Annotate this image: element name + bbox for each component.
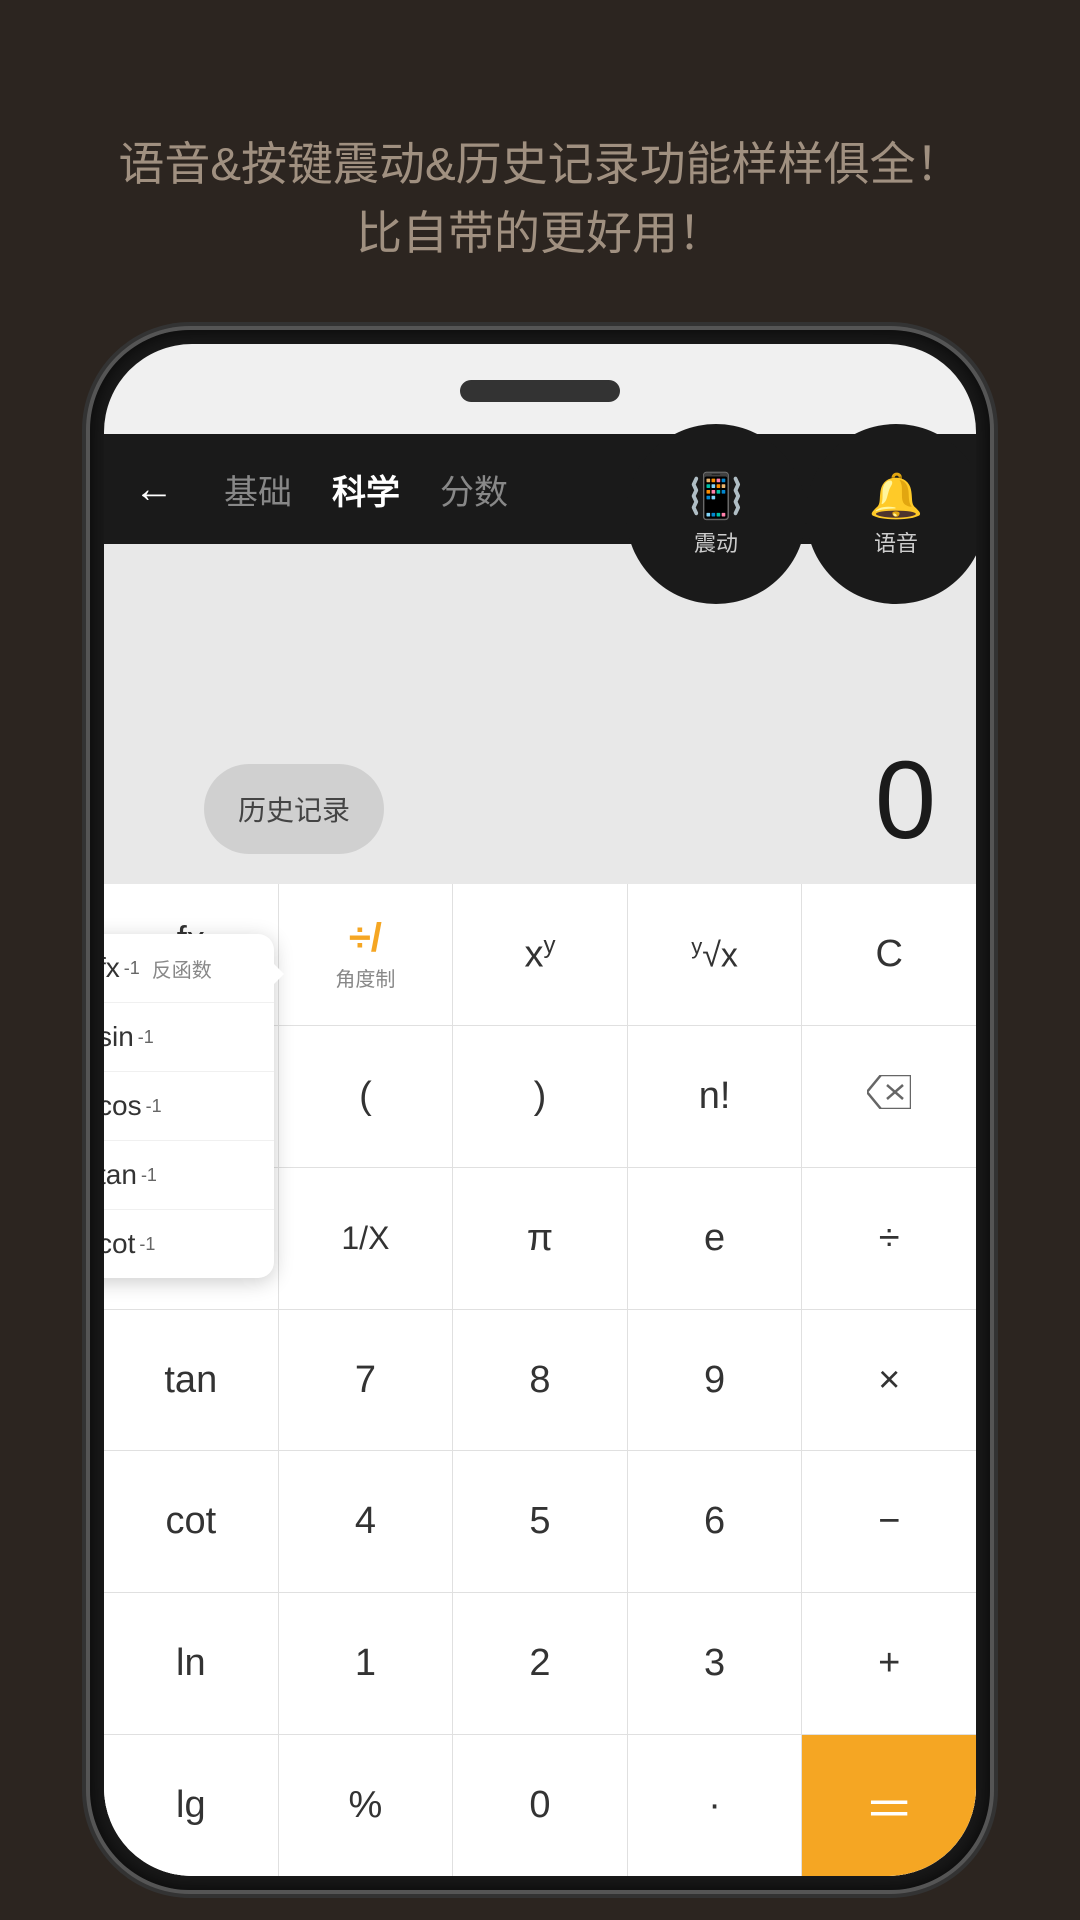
bg-line2: 比自带的更好用！ bbox=[60, 199, 1020, 268]
key-subtract[interactable]: − bbox=[802, 1451, 976, 1592]
key-lg[interactable]: lg bbox=[104, 1735, 279, 1876]
top-bar: ← 基础 科学 分数 📳 震动 🔔 语音 bbox=[104, 434, 976, 544]
popup-sin-inv[interactable]: sin-1 bbox=[104, 1003, 274, 1072]
back-button[interactable]: ← bbox=[134, 467, 174, 512]
voice-button[interactable]: 🔔 语音 bbox=[806, 424, 976, 604]
key-3[interactable]: 3 bbox=[628, 1593, 803, 1734]
key-percent[interactable]: % bbox=[279, 1735, 454, 1876]
key-rparen[interactable]: ) bbox=[453, 1026, 628, 1167]
key-row-3: tan 7 8 9 × bbox=[104, 1310, 976, 1452]
key-equals[interactable]: ＝ bbox=[802, 1735, 976, 1876]
key-row-4: cot 4 5 6 − bbox=[104, 1451, 976, 1593]
key-ln[interactable]: ln bbox=[104, 1593, 279, 1734]
key-8[interactable]: 8 bbox=[453, 1310, 628, 1451]
key-angle-symbol: ÷/ bbox=[349, 916, 382, 961]
popup-cot-inv[interactable]: cot-1 bbox=[104, 1210, 274, 1278]
popup-menu: fx-1 反函数 sin-1 cos-1 tan-1 bbox=[104, 934, 274, 1278]
key-clear-label: C bbox=[875, 933, 902, 976]
key-cot[interactable]: cot bbox=[104, 1451, 279, 1592]
bg-text: 语音&按键震动&历史记录功能样样俱全！ 比自带的更好用！ bbox=[0, 130, 1080, 268]
backspace-icon bbox=[867, 1075, 911, 1118]
top-icons: 📳 震动 🔔 语音 bbox=[626, 424, 976, 604]
key-divide[interactable]: ÷ bbox=[802, 1168, 976, 1309]
popup-tan-inv[interactable]: tan-1 bbox=[104, 1141, 274, 1210]
key-xy[interactable]: xy bbox=[453, 884, 628, 1025]
key-angle-sub: 角度制 bbox=[335, 963, 395, 992]
key-9[interactable]: 9 bbox=[628, 1310, 803, 1451]
vibrate-button[interactable]: 📳 震动 bbox=[626, 424, 806, 604]
key-0[interactable]: 0 bbox=[453, 1735, 628, 1876]
key-2[interactable]: 2 bbox=[453, 1593, 628, 1734]
keyboard: fx 函数 fx-1 反函数 sin-1 co bbox=[104, 884, 976, 1876]
key-backspace[interactable] bbox=[802, 1026, 976, 1167]
screen: ← 基础 科学 分数 📳 震动 🔔 语音 历史记 bbox=[104, 434, 976, 1876]
tab-science[interactable]: 科学 bbox=[332, 465, 400, 514]
key-6[interactable]: 6 bbox=[628, 1451, 803, 1592]
key-7[interactable]: 7 bbox=[279, 1310, 454, 1451]
key-factorial[interactable]: n! bbox=[628, 1026, 803, 1167]
key-reciprocal[interactable]: 1/X bbox=[279, 1168, 454, 1309]
popup-fx-inv[interactable]: fx-1 反函数 bbox=[104, 934, 274, 1003]
key-fx[interactable]: fx 函数 fx-1 反函数 sin-1 co bbox=[104, 884, 279, 1025]
key-multiply[interactable]: × bbox=[802, 1310, 976, 1451]
voice-label: 语音 bbox=[874, 526, 918, 558]
voice-icon: 🔔 bbox=[869, 470, 924, 522]
key-5[interactable]: 5 bbox=[453, 1451, 628, 1592]
key-yroot[interactable]: y√x bbox=[628, 884, 803, 1025]
key-e[interactable]: e bbox=[628, 1168, 803, 1309]
key-row-0: fx 函数 fx-1 反函数 sin-1 co bbox=[104, 884, 976, 1026]
tab-fraction[interactable]: 分数 bbox=[440, 465, 508, 514]
key-clear[interactable]: C bbox=[802, 884, 976, 1025]
key-row-5: ln 1 2 3 + bbox=[104, 1593, 976, 1735]
vibrate-icon: 📳 bbox=[689, 470, 744, 522]
speaker bbox=[460, 380, 620, 402]
bg-line1: 语音&按键震动&历史记录功能样样俱全！ bbox=[60, 130, 1020, 199]
key-tan[interactable]: tan bbox=[104, 1310, 279, 1451]
key-pi[interactable]: π bbox=[453, 1168, 628, 1309]
key-dot[interactable]: · bbox=[628, 1735, 803, 1876]
key-row-6: lg % 0 · ＝ bbox=[104, 1735, 976, 1876]
phone-frame: ← 基础 科学 分数 📳 震动 🔔 语音 历史记 bbox=[90, 330, 990, 1890]
key-1[interactable]: 1 bbox=[279, 1593, 454, 1734]
display-value: 0 bbox=[875, 737, 936, 864]
history-button[interactable]: 历史记录 bbox=[204, 764, 384, 854]
tab-basic[interactable]: 基础 bbox=[224, 465, 292, 514]
key-lparen[interactable]: ( bbox=[279, 1026, 454, 1167]
key-4[interactable]: 4 bbox=[279, 1451, 454, 1592]
phone-inner: ← 基础 科学 分数 📳 震动 🔔 语音 历史记 bbox=[104, 344, 976, 1876]
vibrate-label: 震动 bbox=[694, 526, 738, 558]
key-angle[interactable]: ÷/ 角度制 bbox=[279, 884, 454, 1025]
key-add[interactable]: + bbox=[802, 1593, 976, 1734]
popup-cos-inv[interactable]: cos-1 bbox=[104, 1072, 274, 1141]
